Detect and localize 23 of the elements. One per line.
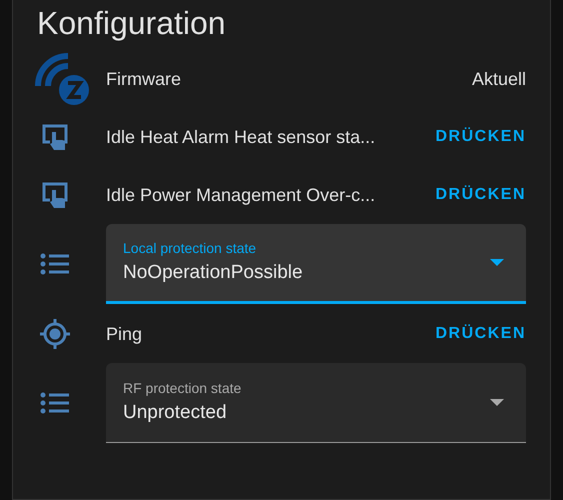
row-label: Firmware — [106, 68, 182, 90]
press-button[interactable]: DRÜCKEN — [436, 121, 526, 153]
dropdown-field[interactable]: Local protection state NoOperationPossible — [106, 224, 526, 304]
field-value: NoOperationPossible — [123, 260, 304, 285]
field-label: Local protection state — [123, 238, 258, 258]
press-button[interactable]: DRÜCKEN — [436, 179, 526, 211]
crosshair-icon — [38, 318, 70, 350]
press-button[interactable]: DRÜCKEN — [436, 318, 526, 350]
field-value: Unprotected — [123, 400, 228, 425]
touch-icon — [40, 122, 70, 152]
caret-icon — [490, 258, 504, 266]
card-title: Konfiguration — [36, 4, 227, 43]
row-label: Idle Heat Alarm Heat sensor sta... — [106, 126, 376, 148]
row-label: Ping — [106, 322, 144, 346]
status-value: Aktuell — [472, 68, 526, 90]
dropdown-field[interactable]: RF protection state Unprotected — [106, 363, 526, 443]
zwave-icon — [34, 50, 92, 108]
field-label: RF protection state — [123, 378, 242, 398]
caret-icon — [490, 398, 504, 406]
touch-icon — [40, 180, 70, 210]
list-icon — [40, 253, 70, 275]
list-icon — [40, 392, 70, 414]
row-label: Idle Power Management Over-c... — [106, 184, 376, 207]
